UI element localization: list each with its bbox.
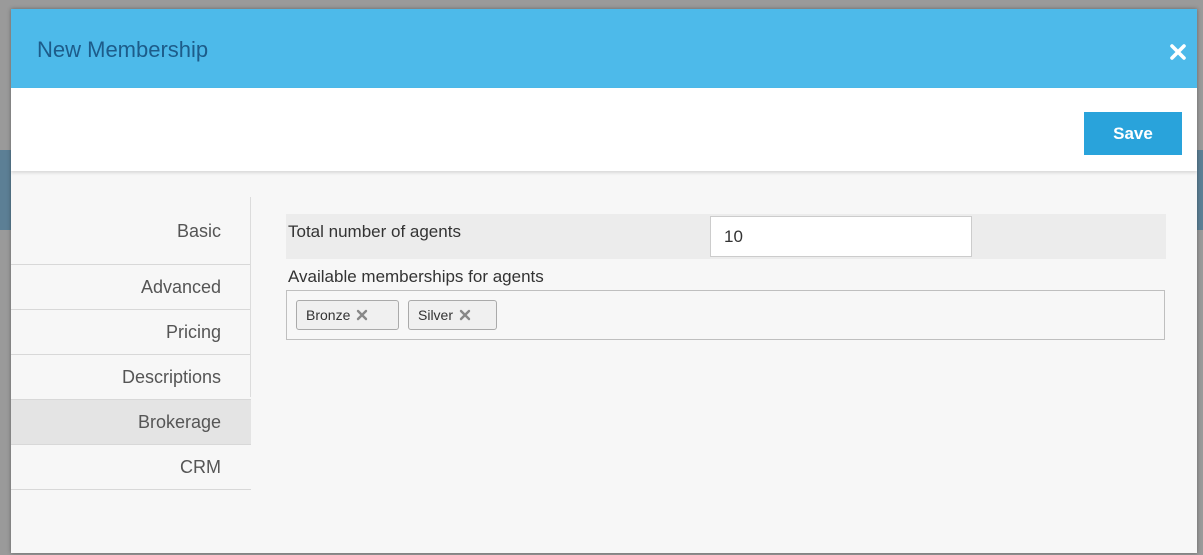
sidebar-nav: Basic Advanced Pricing Descriptions Brok… bbox=[11, 197, 251, 490]
tag-label: Bronze bbox=[306, 307, 351, 323]
total-agents-row: Total number of agents bbox=[286, 214, 1166, 259]
tag-remove-icon[interactable] bbox=[356, 309, 368, 321]
close-icon[interactable] bbox=[1165, 39, 1191, 65]
tag-bronze: Bronze bbox=[296, 300, 399, 330]
new-membership-dialog: New Membership Save Basic Advanced Prici… bbox=[11, 9, 1197, 553]
dialog-title: New Membership bbox=[37, 37, 209, 62]
dialog-header: New Membership bbox=[11, 9, 1197, 88]
sidebar-item-brokerage[interactable]: Brokerage bbox=[11, 400, 251, 445]
sidebar-item-pricing[interactable]: Pricing bbox=[11, 310, 251, 355]
total-agents-label: Total number of agents bbox=[288, 222, 461, 241]
brokerage-panel: Total number of agents Available members… bbox=[286, 214, 1166, 340]
save-button[interactable]: Save bbox=[1084, 112, 1182, 155]
sidebar-item-crm[interactable]: CRM bbox=[11, 445, 251, 490]
sidebar-item-basic[interactable]: Basic bbox=[11, 197, 251, 265]
sidebar-divider bbox=[250, 197, 251, 397]
dialog-toolbar: Save bbox=[11, 88, 1197, 171]
tag-silver: Silver bbox=[408, 300, 497, 330]
sidebar-item-descriptions[interactable]: Descriptions bbox=[11, 355, 251, 400]
available-memberships-label: Available memberships for agents bbox=[288, 267, 544, 286]
tag-label: Silver bbox=[418, 307, 454, 323]
total-agents-input[interactable] bbox=[710, 216, 972, 257]
available-memberships-select[interactable]: Bronze Silver bbox=[286, 290, 1165, 340]
sidebar-item-advanced[interactable]: Advanced bbox=[11, 265, 251, 310]
tag-remove-icon[interactable] bbox=[459, 309, 471, 321]
